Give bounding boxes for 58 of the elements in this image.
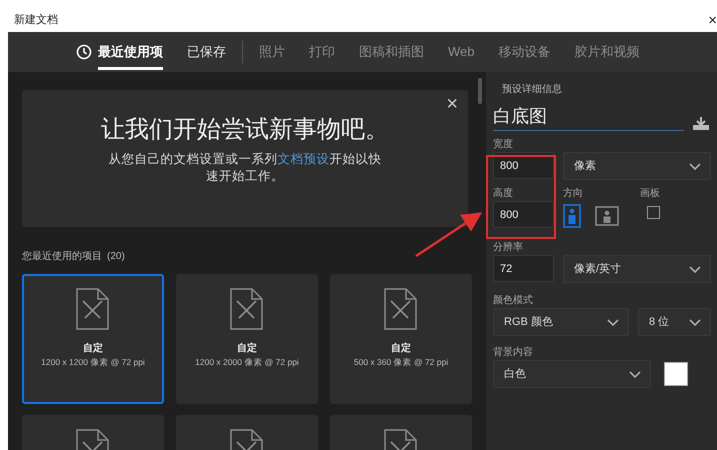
chevron-down-icon [606,317,620,327]
preset-link[interactable]: 文档预设 [278,152,330,166]
welcome-text: 从您自己的文档设置或一系列文档预设开始以快速开始工作。 [108,150,383,186]
tab[interactable]: Web [436,32,486,72]
field-label: 宽度 [493,138,514,152]
tab[interactable]: 移动设备 [486,32,562,72]
panel-heading: 预设详细信息 [502,82,563,97]
chevron-down-icon [688,264,702,274]
item-count: (20) [107,250,125,264]
document-preset-tile[interactable]: 自定 500 x 360 像素 @ 72 ppi [330,274,472,404]
color-mode-dropdown[interactable]: RGB 颜色 [493,308,629,336]
tile-size: 1200 x 2000 像素 @ 72 ppi [195,356,299,369]
scrollbar-thumb[interactable] [478,78,482,104]
field-label: 高度 [493,186,514,201]
width-field[interactable]: 800 [493,152,554,179]
tile-size: 1200 x 1200 像素 @ 72 ppi [41,356,145,369]
welcome-heading: 让我们开始尝试新事物吧。 [101,116,390,145]
clock-icon [76,44,92,60]
arrow [415,212,482,258]
document-icon [230,288,264,331]
document-icon [384,288,418,331]
document-preset-tile[interactable]: 自定 1200 x 2000 像素 @ 72 ppi [176,274,318,404]
tile-title: 自定 [237,341,257,356]
tab[interactable]: 图稿和插图 [347,32,436,72]
close-button[interactable]: × [706,12,717,28]
field-label: 分辨率 [493,240,524,255]
tile-size: 500 x 360 像素 @ 72 ppi [354,356,448,369]
tile-title: 自定 [83,341,103,356]
tile-title: 自定 [391,341,411,356]
height-field[interactable]: 800 [493,201,554,228]
field-label: 颜色模式 [493,294,534,308]
close-button[interactable]: × [446,94,458,114]
tab[interactable]: 照片 [247,32,297,72]
field-label: 画板 [640,186,660,201]
download-icon[interactable] [692,116,710,131]
tab[interactable]: 最近使用项 [64,32,175,72]
tab[interactable]: 胶片和视频 [562,32,652,72]
resolution-field[interactable]: 72 [493,255,554,282]
field-label: 背景内容 [493,346,534,360]
chevron-down-icon [688,317,702,327]
color-swatch[interactable] [664,362,688,386]
tab[interactable]: 已保存 [175,32,238,72]
bit-depth-dropdown[interactable]: 8 位 [638,308,711,336]
chevron-down-icon [688,161,702,171]
chevron-down-icon [628,369,642,379]
field-label: 方向 [563,186,584,201]
unit-dropdown[interactable]: 像素 [563,152,711,180]
landscape-orientation-icon[interactable] [595,206,619,226]
preset-name-field[interactable]: 白底图 [493,103,684,131]
document-preset-tile[interactable]: 自定 1200 x 1200 像素 @ 72 ppi [22,274,164,404]
portrait-orientation-icon[interactable] [563,204,581,228]
unit-dropdown[interactable]: 像素/英寸 [563,255,711,283]
background-dropdown[interactable]: 白色 [493,360,651,388]
document-icon [76,288,110,331]
artboard-checkbox[interactable] [647,206,660,219]
tab[interactable]: 打印 [297,32,347,72]
window-title: 新建文档 [14,12,58,28]
section-label: 您最近使用的项目 [22,250,102,264]
